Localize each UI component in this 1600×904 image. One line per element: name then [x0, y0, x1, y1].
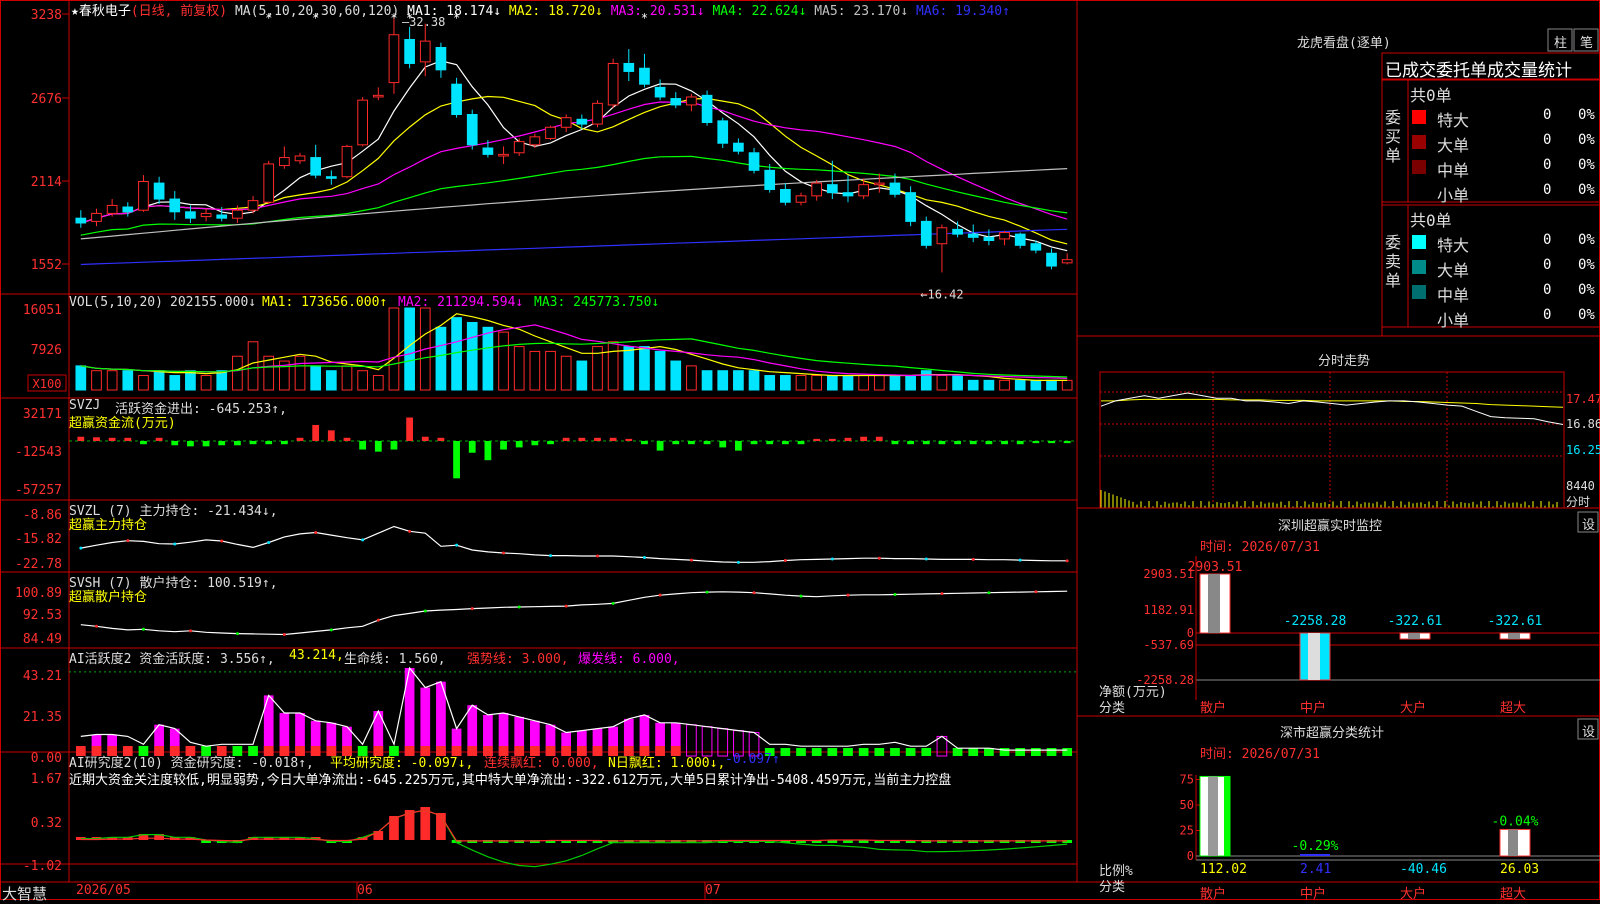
buy-orders-row-name: 小单 [1437, 186, 1470, 205]
intraday-title: 分时走势 [1318, 354, 1371, 369]
sell-orders-row-count: 0 [1543, 257, 1552, 273]
sz-monitor-settings-label[interactable]: 设 [1582, 514, 1595, 533]
sz-xlabel: 分类 [1099, 701, 1126, 716]
buy-orders-row-count: 0 [1543, 157, 1552, 173]
dragon-bar-button-label[interactable]: 柱 [1554, 32, 1567, 51]
sz-class-xlabel: 分类 [1099, 880, 1126, 895]
sell-orders-total: 共0单 [1410, 211, 1452, 230]
buy-orders-row-count: 0 [1543, 132, 1552, 148]
sz-category-label: 散户 [1200, 701, 1227, 716]
sz-class-time: 时间: 2026/07/31 [1200, 747, 1320, 762]
sell-orders-row-name: 大单 [1437, 261, 1470, 280]
ai-active-title: AI活跃度2 资金活跃度: 3.556↑, [69, 652, 275, 667]
ai-strong-line: 强势线: 3.000, [467, 652, 569, 667]
sell-orders-row-pct: 0% [1578, 282, 1595, 298]
x-axis-label: 2026/05 [76, 883, 131, 898]
ai-tail-value: -0.097↑ [725, 752, 780, 767]
dragon-title: 龙虎看盘(逐单) [1297, 36, 1391, 51]
sz-class-category-label: 中户 [1300, 887, 1327, 902]
sz-class-category-label: 大户 [1400, 887, 1427, 902]
sell-orders-row-pct: 0% [1578, 232, 1595, 248]
svzj-title: SVZJ [69, 398, 101, 413]
sz-class-bottom-label: 2.41 [1300, 862, 1332, 877]
sell-orders-row-count: 0 [1543, 232, 1552, 248]
ai-life-line: 生命线: 1.560, [344, 652, 446, 667]
x-axis-label: 06 [357, 883, 373, 898]
buy-orders-row-name: 大单 [1437, 136, 1470, 155]
buy-orders-total: 共0单 [1410, 86, 1452, 105]
sz-class-bottom-label: 26.03 [1500, 862, 1540, 877]
sz-category-label: 超大 [1500, 701, 1527, 716]
sz-class-category-label: 超大 [1500, 887, 1527, 902]
sell-orders-row-name: 中单 [1437, 286, 1470, 305]
x-axis-label: 07 [705, 883, 721, 898]
sz-class-bottom-label: -40.46 [1400, 862, 1447, 877]
svsh-subtitle: 超赢散户持仓 [69, 590, 148, 605]
sz-monitor-title: 深圳超赢实时监控 [1278, 519, 1383, 534]
buy-orders-row-count: 0 [1543, 107, 1552, 123]
sell-orders-row-count: 0 [1543, 307, 1552, 323]
sell-orders-row-pct: 0% [1578, 257, 1595, 273]
buy-orders-row-pct: 0% [1578, 157, 1595, 173]
sell-orders-title: 委卖单 [1385, 233, 1402, 290]
dragon-subtitle: 已成交委托单成交量统计 [1385, 61, 1572, 81]
sell-orders-row-name: 小单 [1437, 311, 1470, 330]
sz-category-label: 中户 [1300, 701, 1327, 716]
buy-orders-row-pct: 0% [1578, 132, 1595, 148]
vol-title: VOL(5,10,20) [69, 295, 163, 310]
sz-class-category-label: 散户 [1200, 887, 1227, 902]
sz-class-title: 深市超赢分类统计 [1280, 726, 1385, 741]
svzj-subtitle: 超赢资金流(万元) [69, 416, 176, 431]
buy-orders-row-pct: 0% [1578, 182, 1595, 198]
sz-monitor-time: 时间: 2026/07/31 [1200, 540, 1320, 555]
sell-orders-row-pct: 0% [1578, 307, 1595, 323]
svzl-subtitle: 超赢主力持仓 [69, 518, 148, 533]
vol-legend-3: MA3: 245773.750↓ [534, 295, 660, 310]
sell-orders-row-name: 特大 [1437, 236, 1470, 255]
sz-category-label: 大户 [1400, 701, 1427, 716]
vol-legend-2: MA2: 211294.594↓ [398, 295, 524, 310]
buy-orders-row-name: 特大 [1437, 111, 1470, 130]
dragon-pen-button-label[interactable]: 笔 [1580, 32, 1593, 51]
vol-value: 202155.000↓ [170, 295, 257, 310]
sz-class-bottom-label: 112.02 [1200, 862, 1247, 877]
sell-orders-row-count: 0 [1543, 282, 1552, 298]
sz-class-settings-label[interactable]: 设 [1582, 721, 1595, 740]
brand-logo: 大智慧 [2, 885, 48, 903]
ai-active-extra: 43.214, [289, 648, 344, 663]
buy-orders-row-name: 中单 [1437, 161, 1470, 180]
buy-orders-row-pct: 0% [1578, 107, 1595, 123]
ai-burst-line: 爆发线: 6.000, [578, 652, 680, 667]
buy-orders-title: 委买单 [1385, 108, 1402, 165]
text-overlay: VOL(5,10,20) 202155.000↓ MA1: 173656.000↑ M… [0, 0, 1600, 903]
ai-research-note: 近期大资金关注度较低,明显弱势,今日大单净流出:-645.225万元,其中特大单… [69, 773, 952, 788]
vol-legend-1: MA1: 173656.000↑ [262, 295, 388, 310]
buy-orders-row-count: 0 [1543, 182, 1552, 198]
